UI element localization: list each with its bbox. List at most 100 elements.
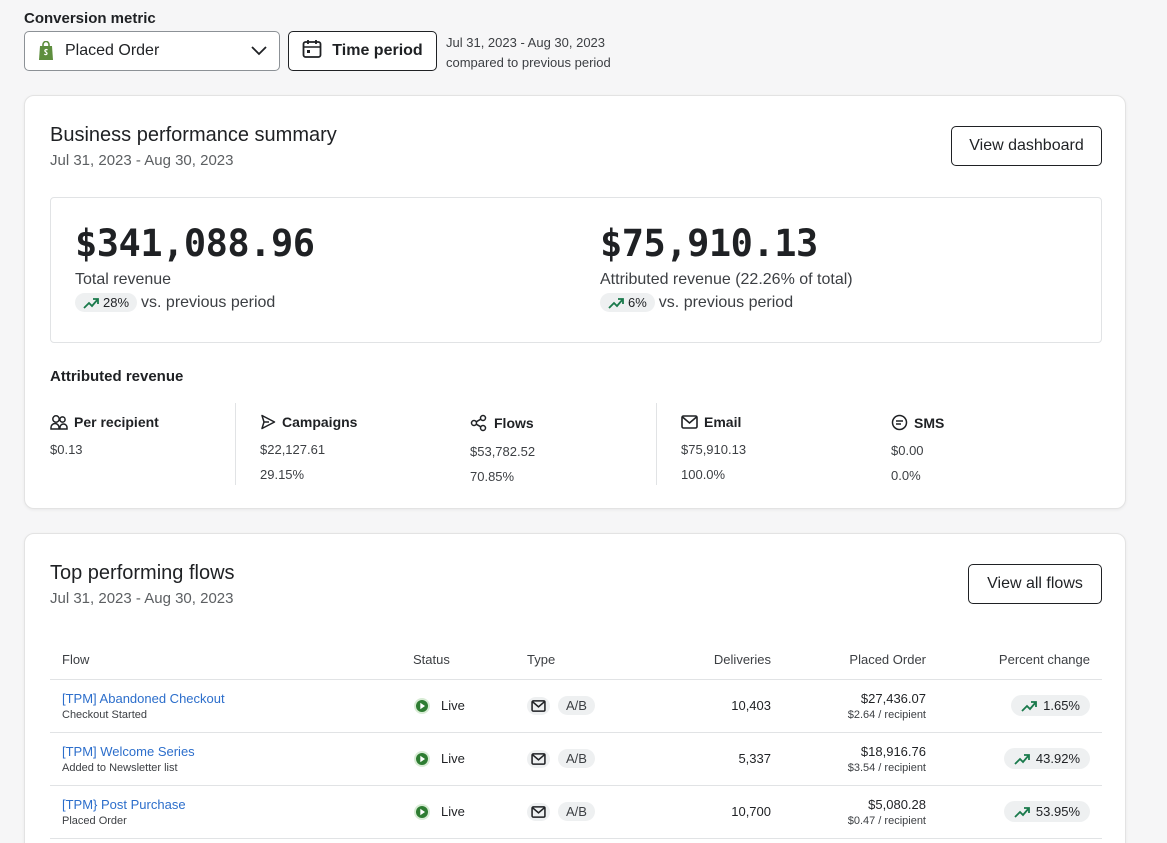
- per-recipient-label: Per recipient: [74, 414, 159, 430]
- chevron-down-icon: [251, 46, 267, 56]
- ab-test-badge: A/B: [558, 749, 595, 768]
- send-icon: [261, 414, 276, 430]
- deliveries-cell: 10,403: [645, 679, 783, 733]
- campaigns-percent: 29.15%: [260, 467, 305, 482]
- share-nodes-icon: [470, 414, 487, 432]
- email-value: $75,910.13: [681, 442, 747, 457]
- ab-test-badge: A/B: [558, 802, 595, 821]
- kpi-box: $341,088.96 Total revenue 28% vs. previo…: [50, 197, 1102, 343]
- flows-metric: Flows $53,782.52 70.85%: [470, 414, 535, 484]
- live-status-icon: [414, 750, 430, 767]
- email-label: Email: [704, 414, 742, 430]
- sms-label: SMS: [914, 414, 945, 431]
- sms-percent: 0.0%: [891, 468, 921, 483]
- attributed-revenue-label: Attributed revenue (22.26% of total): [600, 271, 853, 288]
- shopify-bag-icon: [37, 41, 57, 61]
- attributed-revenue-value: $75,910.13: [600, 222, 818, 265]
- flow-trigger: Placed Order: [62, 814, 127, 827]
- trend-up-icon: [608, 297, 624, 309]
- attributed-revenue-kpi: $75,910.13 Attributed revenue (22.26% of…: [600, 222, 853, 312]
- email-type-icon: [527, 802, 550, 821]
- attributed-vs-label: vs. previous period: [658, 293, 794, 311]
- attributed-revenue-heading: Attributed revenue: [50, 368, 184, 385]
- status-label: Live: [441, 751, 465, 766]
- table-row: [TPM] Abandoned Checkout Checkout Starte…: [50, 679, 1102, 733]
- status-label: Live: [441, 698, 465, 713]
- time-period-label: Time period: [332, 42, 423, 59]
- comparison-note: compared to previous period: [446, 55, 611, 70]
- total-vs-label: vs. previous period: [141, 293, 276, 311]
- total-change-value: 28%: [103, 295, 130, 310]
- campaigns-label: Campaigns: [282, 414, 358, 430]
- deliveries-cell: 10,700: [645, 785, 783, 839]
- divider: [235, 403, 236, 485]
- date-range: Jul 31, 2023 - Aug 30, 2023: [446, 35, 606, 50]
- live-status-icon: [414, 803, 430, 820]
- flows-title: Top performing flows: [50, 562, 235, 584]
- summary-title: Business performance summary: [50, 124, 337, 146]
- divider: [656, 403, 657, 485]
- per-recipient-value: $0.13: [50, 442, 83, 457]
- trend-up-icon: [83, 297, 99, 309]
- flows-table: Flow Status Type Deliveries Placed Order…: [50, 641, 1102, 839]
- trend-up-icon: [1014, 753, 1030, 765]
- percent-change-value: 53.95%: [1035, 804, 1080, 819]
- campaigns-value: $22,127.61: [260, 442, 326, 457]
- calendar-icon: [302, 39, 322, 64]
- live-status-icon: [414, 697, 430, 714]
- summary-date: Jul 31, 2023 - Aug 30, 2023: [50, 152, 234, 169]
- placed-order-per-recipient: $2.64 / recipient: [847, 708, 926, 721]
- total-revenue-value: $341,088.96: [75, 222, 315, 265]
- trend-up-icon: [1014, 806, 1030, 818]
- view-dashboard-button[interactable]: View dashboard: [951, 126, 1102, 166]
- ab-test-badge: A/B: [558, 696, 595, 715]
- column-header-percent-change[interactable]: Percent change: [938, 641, 1102, 680]
- percent-change-value: 1.65%: [1043, 698, 1080, 713]
- users-icon: [50, 415, 68, 430]
- column-header-deliveries[interactable]: Deliveries: [645, 641, 783, 680]
- column-header-flow[interactable]: Flow: [50, 641, 401, 680]
- flows-value: $53,782.52: [470, 444, 536, 459]
- status-label: Live: [441, 804, 465, 819]
- placed-order-per-recipient: $3.54 / recipient: [847, 761, 926, 774]
- percent-change-badge: 53.95%: [1003, 801, 1090, 822]
- flow-name-link[interactable]: [TPM] Abandoned Checkout: [62, 691, 389, 706]
- attributed-change-value: 6%: [628, 295, 647, 310]
- mail-icon: [681, 415, 698, 429]
- total-change-badge: 28%: [75, 293, 138, 312]
- business-performance-card: Business performance summary Jul 31, 202…: [24, 95, 1126, 509]
- email-percent: 100.0%: [681, 467, 726, 482]
- campaigns-metric: Campaigns $22,127.61 29.15%: [260, 414, 357, 482]
- sms-value: $0.00: [891, 443, 924, 458]
- conversion-metric-label: Conversion metric: [24, 10, 156, 27]
- flows-label: Flows: [494, 415, 534, 431]
- table-row: [TPM} Post Purchase Placed Order Live A/…: [50, 785, 1102, 839]
- date-range-text: Jul 31, 2023 - Aug 30, 2023 compared to …: [446, 33, 611, 73]
- view-all-flows-button[interactable]: View all flows: [968, 564, 1102, 604]
- placed-order-per-recipient: $0.47 / recipient: [847, 814, 926, 827]
- email-type-icon: [527, 696, 550, 715]
- percent-change-value: 43.92%: [1035, 751, 1080, 766]
- conversion-metric-select[interactable]: Placed Order: [24, 31, 280, 71]
- flow-name-link[interactable]: [TPM] Welcome Series: [62, 744, 389, 759]
- table-header-row: Flow Status Type Deliveries Placed Order…: [50, 641, 1102, 680]
- per-recipient-metric: Per recipient $0.13: [50, 414, 159, 457]
- sms-icon: [891, 414, 908, 431]
- time-period-button[interactable]: Time period: [288, 31, 437, 71]
- placed-order-value: $18,916.76: [860, 743, 926, 759]
- column-header-status[interactable]: Status: [401, 641, 515, 680]
- flow-name-link[interactable]: [TPM} Post Purchase: [62, 797, 389, 812]
- email-metric: Email $75,910.13 100.0%: [681, 414, 746, 482]
- trend-up-icon: [1021, 700, 1038, 712]
- total-revenue-label: Total revenue: [75, 271, 172, 288]
- column-header-type[interactable]: Type: [515, 641, 645, 680]
- total-revenue-kpi: $341,088.96 Total revenue 28% vs. previo…: [75, 222, 315, 312]
- column-header-placed-order[interactable]: Placed Order: [783, 641, 938, 680]
- sms-metric: SMS $0.00 0.0%: [891, 414, 945, 484]
- flows-percent: 70.85%: [470, 469, 515, 484]
- placed-order-value: $27,436.07: [860, 690, 926, 706]
- conversion-metric-value: Placed Order: [65, 42, 160, 59]
- top-flows-card: Top performing flows Jul 31, 2023 - Aug …: [24, 533, 1126, 843]
- percent-change-badge: 43.92%: [1003, 748, 1090, 769]
- email-type-icon: [527, 749, 550, 768]
